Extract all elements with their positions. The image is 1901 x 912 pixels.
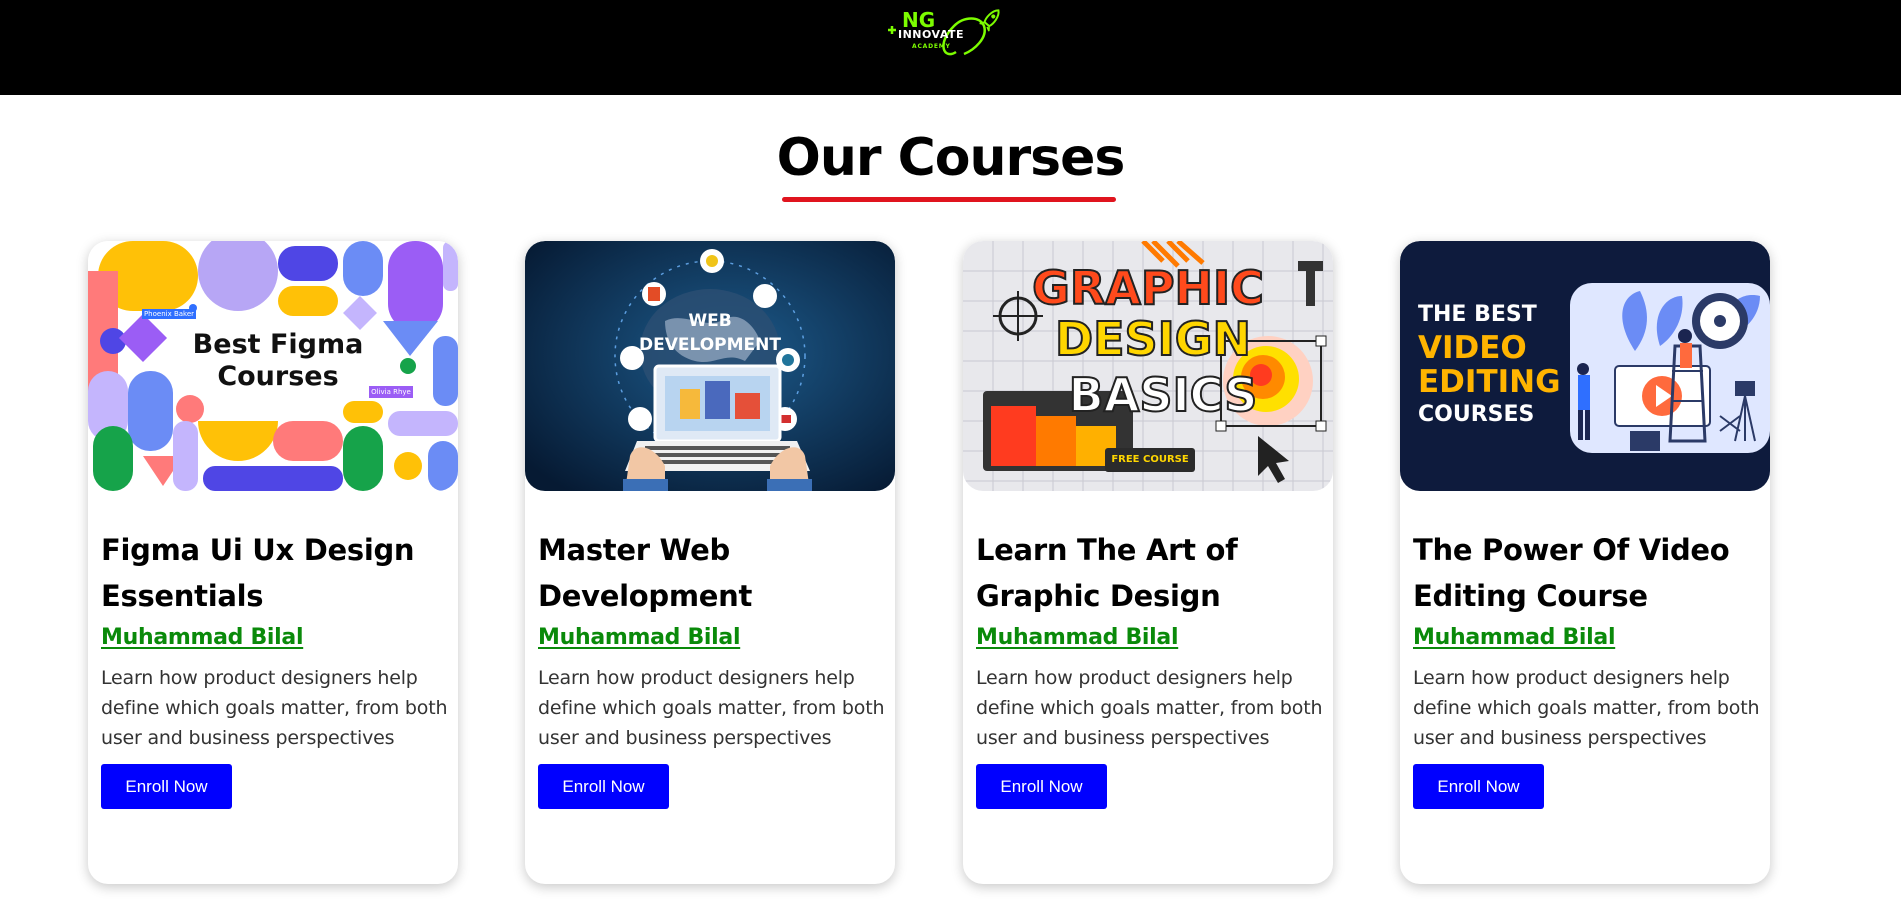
enroll-now-button[interactable]: Enroll Now <box>538 764 669 809</box>
thumbnail-text-line: BASICS <box>1068 368 1259 422</box>
course-description: Learn how product designers help define … <box>101 667 448 749</box>
course-description: Learn how product designers help define … <box>1413 667 1760 749</box>
enroll-now-button[interactable]: Enroll Now <box>101 764 232 809</box>
section-title-underline <box>782 197 1116 202</box>
thumbnail-cursor-tag: Olivia Rhye <box>371 388 411 396</box>
academy-logo[interactable]: NG INNOVATE ACADEMY <box>884 4 1014 62</box>
course-thumbnail-graphic-design: GRAPHIC DESIGN BASICS FREE COURSE <box>963 241 1333 491</box>
instructor-link[interactable]: Muhammad Bilal <box>101 623 304 653</box>
thumbnail-badge: FREE COURSE <box>1111 454 1189 465</box>
thumbnail-text-line: THE BEST <box>1418 302 1537 327</box>
web-development-image <box>525 241 895 491</box>
thumbnail-text-line: COURSES <box>1418 402 1535 427</box>
enroll-now-button[interactable]: Enroll Now <box>1413 764 1544 809</box>
course-card-web-development: WEB DEVELOPMENT Master Web Development M… <box>525 241 895 884</box>
logo-ng-text: NG <box>902 8 936 32</box>
thumbnail-text-line: DEVELOPMENT <box>639 335 781 355</box>
instructor-link[interactable]: Muhammad Bilal <box>976 623 1179 653</box>
course-description: Learn how product designers help define … <box>538 667 885 749</box>
course-card-graphic-design: GRAPHIC DESIGN BASICS FREE COURSE Learn … <box>963 241 1333 884</box>
course-title: Learn The Art of Graphic Design <box>976 533 1238 613</box>
course-description: Learn how product designers help define … <box>976 667 1323 749</box>
thumbnail-text-line: Courses <box>217 361 339 392</box>
thumbnail-text-line: Best Figma <box>192 329 364 360</box>
course-title: Figma Ui Ux Design Essentials <box>101 533 415 613</box>
course-thumbnail-figma: Best Figma Courses Phoenix Baker Olivia … <box>88 241 458 491</box>
course-thumbnail-web-development: WEB DEVELOPMENT <box>525 241 895 491</box>
section-title: Our Courses <box>776 128 1126 188</box>
thumbnail-text-line: VIDEO <box>1418 330 1527 366</box>
course-grid: Best Figma Courses Phoenix Baker Olivia … <box>88 241 1828 886</box>
thumbnail-text-line: EDITING <box>1418 364 1561 400</box>
enroll-now-button[interactable]: Enroll Now <box>976 764 1107 809</box>
logo-innovate-text: INNOVATE <box>898 28 965 41</box>
course-card-figma: Best Figma Courses Phoenix Baker Olivia … <box>88 241 458 884</box>
logo-academy-text: ACADEMY <box>912 43 951 50</box>
thumbnail-cursor-tag: Phoenix Baker <box>143 310 195 318</box>
instructor-link[interactable]: Muhammad Bilal <box>538 623 741 653</box>
section-header: Our Courses <box>0 125 1901 191</box>
course-title: Master Web Development <box>538 533 753 613</box>
thumbnail-text-line: WEB <box>688 311 732 331</box>
instructor-link[interactable]: Muhammad Bilal <box>1413 623 1616 653</box>
course-title: The Power Of Video Editing Course <box>1413 533 1730 613</box>
course-card-video-editing: THE BEST VIDEO EDITING COURSES The Power… <box>1400 241 1770 884</box>
thumbnail-text-line: DESIGN <box>1054 312 1252 366</box>
thumbnail-text-line: GRAPHIC <box>1031 261 1265 315</box>
course-thumbnail-video-editing: THE BEST VIDEO EDITING COURSES <box>1400 241 1770 491</box>
top-navbar: NG INNOVATE ACADEMY <box>0 0 1901 95</box>
